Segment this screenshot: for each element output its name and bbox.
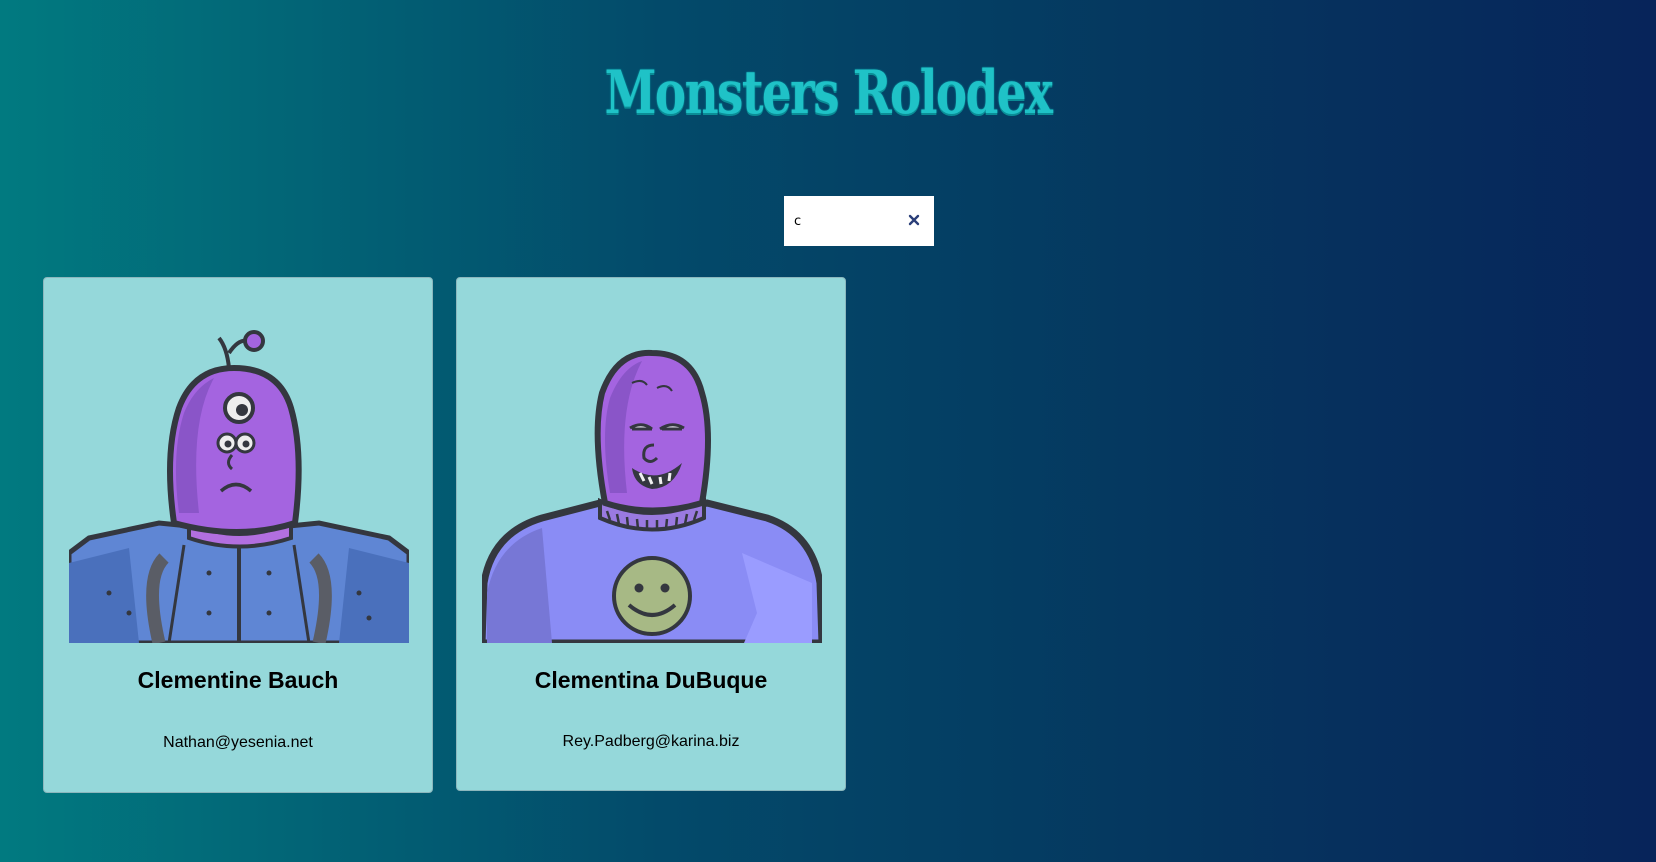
- cyclops-robot-monster-avatar: [69, 313, 409, 643]
- search-input[interactable]: [794, 208, 904, 234]
- close-icon[interactable]: [906, 212, 922, 228]
- monster-name: Clementine Bauch: [137, 667, 339, 693]
- monster-card[interactable]: Clementina DuBuque Rey.Padberg@karina.bi…: [456, 277, 846, 791]
- monster-email: Nathan@yesenia.net: [163, 734, 313, 751]
- monster-email: Rey.Padberg@karina.biz: [562, 733, 740, 750]
- monster-card[interactable]: Clementine Bauch Nathan@yesenia.net: [43, 277, 433, 793]
- page-title: Monsters Rolodex: [604, 58, 1053, 128]
- search-box[interactable]: [784, 196, 934, 246]
- monster-name: Clementina DuBuque: [534, 667, 768, 693]
- smiley-shirt-monster-avatar: [482, 313, 822, 643]
